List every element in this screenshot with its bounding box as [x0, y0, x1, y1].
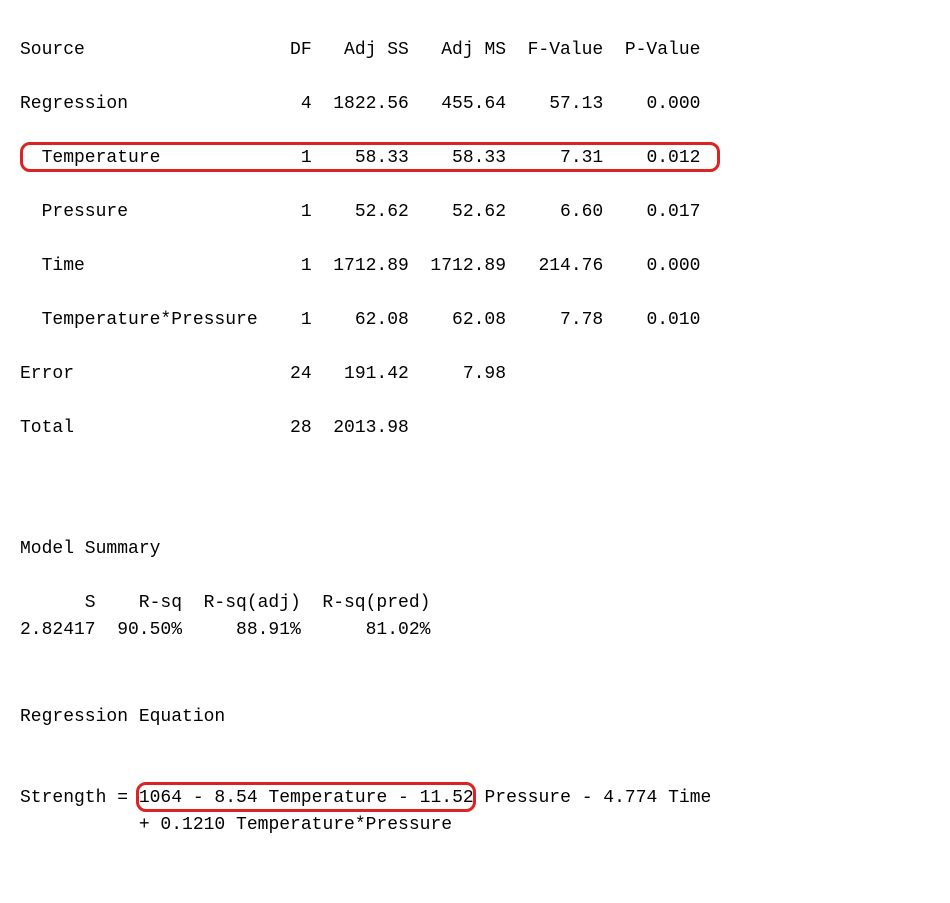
regression-equation-text: Strength = 1064 - 8.54 Temperature - 11.… [20, 758, 930, 893]
anova-row-time: Time11712.891712.89214.760.000 [20, 253, 930, 280]
anova-row-temp-pressure: Temperature*Pressure162.0862.087.780.010 [20, 307, 930, 334]
model-summary-section: Model Summary SR-sqR-sq(adj)R-sq(pred) 2… [20, 536, 930, 644]
equation-line-1: Strength = 1064 - 8.54 Temperature - 11.… [20, 788, 711, 808]
anova-row-total: Total282013.98 [20, 415, 930, 442]
regression-equation-title: Regression Equation [20, 704, 930, 731]
anova-table: SourceDFAdj SSAdj MSF-ValueP-Value Regre… [20, 10, 930, 496]
col-adjss: Adj SS [312, 37, 409, 64]
anova-row-error: Error24191.427.98 [20, 361, 930, 388]
col-source: Source [20, 37, 268, 64]
col-fvalue: F-Value [506, 37, 603, 64]
equation-line-2: + 0.1210 Temperature*Pressure [20, 815, 452, 835]
anova-header-row: SourceDFAdj SSAdj MSF-ValueP-Value [20, 37, 930, 64]
anova-row-temperature: Temperature158.3358.337.310.012 [20, 145, 930, 172]
col-pvalue: P-Value [603, 37, 700, 64]
regression-equation-section: Regression Equation Strength = 1064 - 8.… [20, 704, 930, 893]
anova-row-regression: Regression41822.56455.6457.130.000 [20, 91, 930, 118]
col-adjms: Adj MS [409, 37, 506, 64]
model-summary-values: 2.8241790.50%88.91%81.02% [20, 617, 930, 644]
anova-row-pressure: Pressure152.6252.626.600.017 [20, 199, 930, 226]
col-df: DF [268, 37, 311, 64]
model-summary-header: SR-sqR-sq(adj)R-sq(pred) [20, 590, 930, 617]
model-summary-title: Model Summary [20, 536, 930, 563]
